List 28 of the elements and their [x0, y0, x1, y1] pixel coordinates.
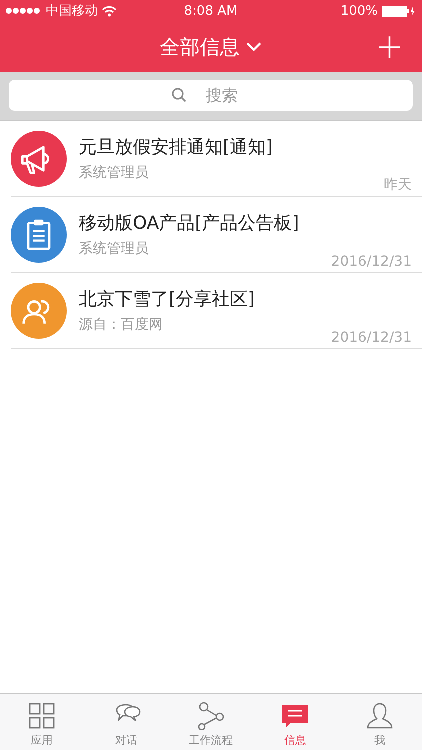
message-title[interactable]: 移动版OA产品[产品公告板] [79, 211, 412, 235]
status-time: 8:08 AM [184, 4, 238, 18]
message-sender: 系统管理员 [79, 240, 149, 258]
message-sender: 系统管理员 [79, 164, 149, 182]
battery-icon [382, 6, 416, 16]
carrier-name: 中国移动 [46, 3, 98, 20]
message-date: 2016/12/31 [331, 254, 412, 270]
chevron-down-icon[interactable] [246, 42, 262, 52]
signal-icon [6, 8, 42, 14]
message-title[interactable]: 北京下雪了[分享社区] [79, 287, 412, 311]
page-title[interactable]: 全部信息 [160, 34, 240, 60]
message-date: 昨天 [384, 176, 412, 194]
user-tab-icon [366, 702, 394, 730]
tab-button[interactable]: 对话 [84, 694, 169, 750]
battery-percent: 100% [340, 4, 378, 18]
message-sender: 源自：百度网 [79, 316, 163, 334]
tab-button[interactable]: 应用 [0, 694, 84, 750]
message-date: 2016/12/31 [331, 330, 412, 346]
tab-button[interactable]: 工作流程 [168, 694, 254, 750]
search-field[interactable]: 搜索 [9, 80, 413, 111]
apps-tab-icon [28, 702, 56, 730]
flow-tab-icon [197, 702, 226, 730]
message-tab-icon [281, 702, 310, 730]
tab-button[interactable]: 信息 [253, 694, 338, 750]
tab-button[interactable]: 我 [338, 694, 422, 750]
message-title[interactable]: 元旦放假安排通知[通知] [79, 135, 412, 159]
add-button[interactable]: + [376, 27, 404, 67]
wifi-icon [102, 6, 117, 16]
